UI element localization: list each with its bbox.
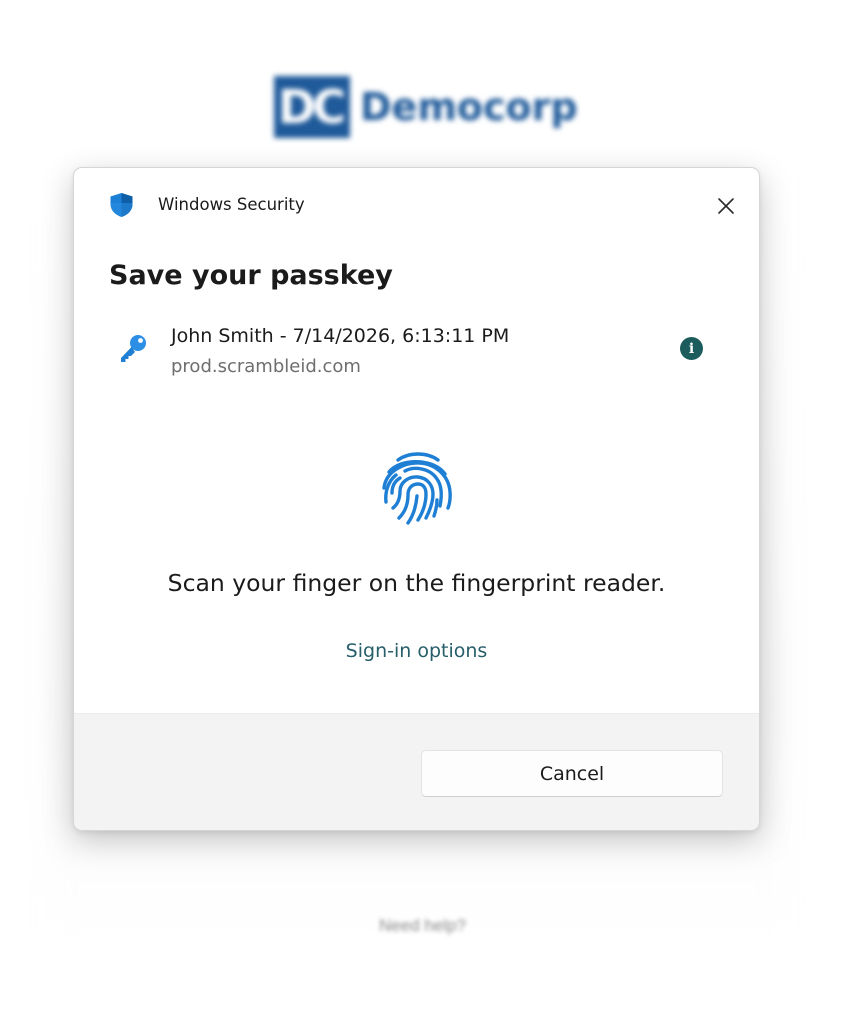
- fingerprint-icon: [382, 452, 452, 525]
- logo-mark: DC: [274, 76, 350, 138]
- fingerprint-prompt: Scan your finger on the fingerprint read…: [167, 569, 666, 597]
- account-domain: prod.scrambleid.com: [171, 356, 361, 377]
- info-icon[interactable]: i: [680, 337, 703, 360]
- logo-name: Democorp: [360, 85, 578, 129]
- close-icon: [718, 198, 734, 214]
- app-title: Windows Security: [158, 195, 305, 214]
- dialog-footer: Cancel: [74, 713, 759, 830]
- passkey-account-row: John Smith - 7/14/2026, 6:13:11 PM prod.…: [74, 316, 759, 386]
- account-name: John Smith - 7/14/2026, 6:13:11 PM: [171, 325, 510, 347]
- key-icon: [121, 335, 146, 362]
- cancel-button[interactable]: Cancel: [421, 750, 723, 797]
- close-button[interactable]: [708, 188, 744, 224]
- need-help-link[interactable]: Need help?: [0, 916, 845, 936]
- democorp-logo: DC Democorp: [274, 76, 578, 138]
- shield-icon: [110, 193, 133, 217]
- windows-security-dialog: Windows Security Save your passkey John …: [73, 167, 760, 831]
- dialog-heading: Save your passkey: [109, 260, 393, 291]
- dialog-titlebar: Windows Security: [74, 168, 759, 242]
- sign-in-options-link[interactable]: Sign-in options: [74, 640, 759, 662]
